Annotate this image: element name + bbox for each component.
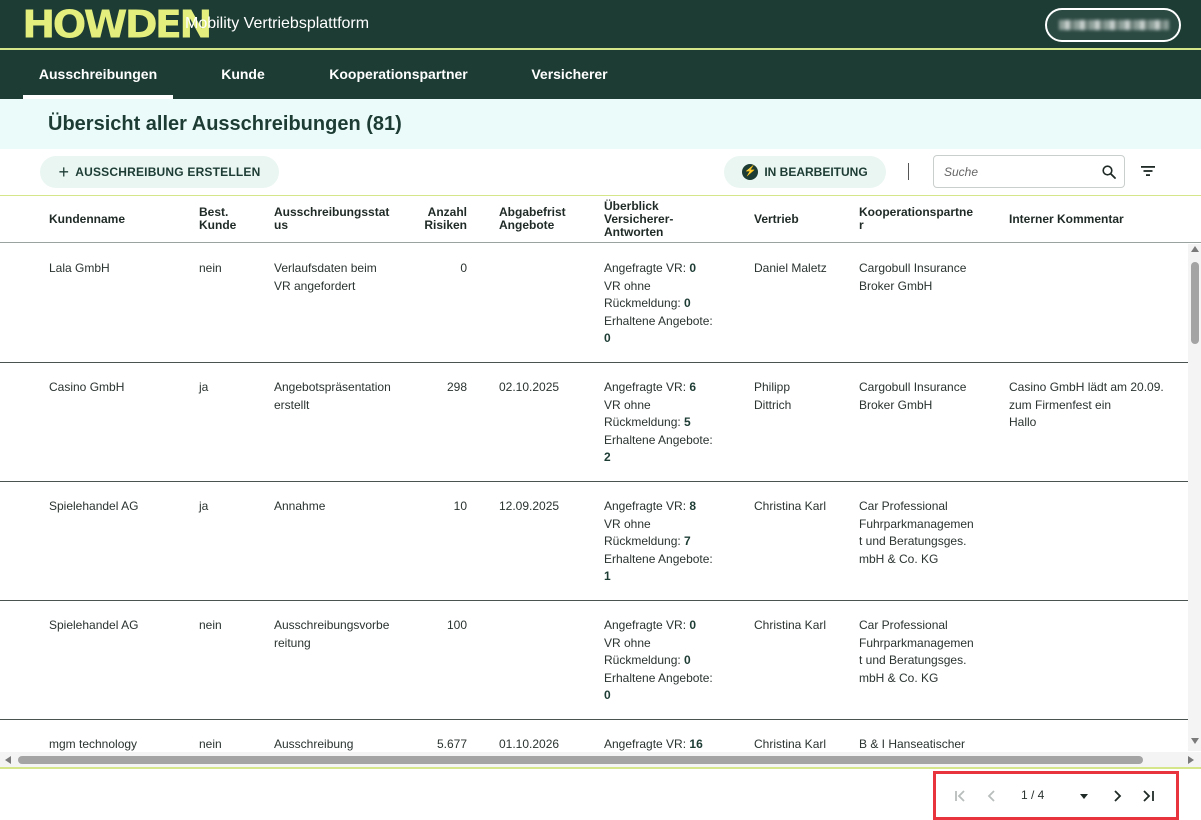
cell-anzahl-risiken: 10 (453, 499, 467, 513)
cell-vertrieb: Christina Karl (754, 618, 827, 632)
cell-best-kunde: nein (199, 618, 222, 632)
bolt-icon: ⚡ (742, 164, 759, 180)
cell-status: Verlaufsdaten beim VR angefordert (274, 261, 377, 293)
cell-versicherer-antworten: Angefragte VR: 0 VR ohne Rückmeldung: 0 Erh… (604, 261, 713, 345)
cell-kundenname: mgm technology (49, 737, 138, 751)
nav-tab-kunde[interactable]: Kunde (205, 50, 281, 99)
cell-versicherer-antworten: Angefragte VR: 8 VR ohne Rückmeldung: 7 Erh… (604, 499, 713, 583)
cell-best-kunde: nein (199, 261, 222, 275)
cell-anzahl-risiken: 0 (460, 261, 467, 275)
app-title: Mobility Vertriebsplattform (185, 15, 370, 32)
vertical-scroll-thumb[interactable] (1191, 262, 1199, 344)
cell-anzahl-risiken: 100 (446, 618, 467, 632)
cell-kooperationspartner: Cargobull Insurance Broker GmbH (859, 380, 967, 412)
table-header: Kundenname Best. Kunde Ausschreibungsstat… (0, 195, 1201, 243)
main-nav: Ausschreibungen Kunde Kooperationspartne… (0, 50, 1201, 99)
table-row[interactable]: Lala GmbH nein Verlaufsdaten beim VR angefo… (0, 244, 1188, 363)
pagination: 1 / 4 (933, 771, 1179, 820)
cell-vertrieb: Christina Karl (754, 737, 827, 751)
nav-tab-kooperationspartner[interactable]: Kooperationspartner (313, 50, 484, 99)
plus-icon: + (58, 162, 70, 182)
column-header-kundenname[interactable]: Kundenname (49, 196, 189, 242)
cell-status: Angebotspräsentation erstellt (274, 380, 391, 412)
table-row[interactable]: Spielehandel AG ja Annahme 10 12.09.2025 Chri… (0, 482, 1188, 601)
cell-kooperationspartner: Car Professional Fuhrparkmanagemen t und B… (859, 499, 974, 566)
cell-abgabefrist: 12.09.2025 (499, 499, 560, 513)
cell-abgabefrist: 02.10.2025 (499, 380, 560, 394)
column-header-anzahl-risiken[interactable]: Anzahl Risiken (410, 196, 467, 242)
cell-versicherer-antworten: Angefragte VR: 16VR ohneRückmeldung: Erh… (604, 737, 703, 751)
howden-logo[interactable]: HOWDEN (22, 6, 213, 44)
cell-abgabefrist: 01.10.2026 (499, 737, 560, 751)
filter-icon[interactable] (1140, 164, 1156, 178)
column-header-kooperationspartner[interactable]: Kooperationspartne r (859, 196, 999, 242)
horizontal-scroll-thumb[interactable] (18, 756, 1143, 764)
cell-kundenname: Lala GmbH (49, 261, 110, 275)
cell-kooperationspartner: Cargobull Insurance Broker GmbH (859, 261, 967, 293)
table-row[interactable]: Spielehandel AG nein Ausschreibungsvorbe re… (0, 601, 1188, 720)
previous-page-icon[interactable] (983, 787, 1001, 805)
column-header-status[interactable]: Ausschreibungsstat us (274, 196, 404, 242)
vertical-scrollbar[interactable] (1188, 244, 1201, 751)
cell-status: Annahme (274, 499, 326, 513)
table-body: Lala GmbH nein Verlaufsdaten beim VR angefo… (0, 244, 1188, 751)
cell-kundenname: Casino GmbH (49, 380, 125, 394)
column-header-kommentar[interactable]: Interner Kommentar (1009, 196, 1179, 242)
status-filter-label: IN BEARBEITUNG (764, 165, 868, 179)
scroll-left-arrow[interactable] (5, 756, 11, 764)
cell-best-kunde: ja (199, 380, 209, 394)
scroll-up-arrow[interactable] (1191, 246, 1199, 252)
nav-tab-ausschreibungen[interactable]: Ausschreibungen (23, 50, 173, 99)
toolbar-divider (908, 163, 909, 180)
page-title: Übersicht aller Ausschreibungen (81) (48, 113, 402, 135)
first-page-icon[interactable] (952, 787, 970, 805)
cell-kommentar: Casino GmbH lädt am 20.09. zum Firmenfest… (1009, 380, 1164, 429)
page-dropdown-icon[interactable] (1080, 794, 1088, 799)
user-name-redacted (1059, 20, 1169, 30)
title-band: Übersicht aller Ausschreibungen (81) (0, 99, 1201, 149)
cell-anzahl-risiken: 5.677 (436, 737, 467, 751)
status-filter-button[interactable]: ⚡ IN BEARBEITUNG (724, 156, 886, 188)
page-indicator: 1 / 4 (1021, 788, 1045, 802)
cell-kundenname: Spielehandel AG (49, 618, 139, 632)
cell-status: Ausschreibung (274, 737, 354, 751)
cell-kundenname: Spielehandel AG (49, 499, 139, 513)
nav-tab-versicherer[interactable]: Versicherer (516, 50, 623, 99)
top-bar: HOWDEN Mobility Vertriebsplattform (0, 0, 1201, 50)
cell-anzahl-risiken: 298 (446, 380, 467, 394)
cell-best-kunde: ja (199, 499, 209, 513)
last-page-icon[interactable] (1139, 787, 1157, 805)
cell-vertrieb: Philipp Dittrich (754, 380, 792, 412)
search-icon[interactable] (1102, 165, 1116, 179)
create-tender-label: AUSSCHREIBUNG ERSTELLEN (75, 165, 261, 179)
cell-best-kunde: nein (199, 737, 222, 751)
cell-kooperationspartner: Car Professional Fuhrparkmanagemen t und B… (859, 618, 974, 685)
table-row[interactable]: mgm technology nein Ausschreibung 5.677 01.1… (0, 720, 1188, 751)
search-input[interactable] (944, 162, 1094, 182)
column-header-best-kunde[interactable]: Best. Kunde (199, 196, 269, 242)
column-header-vertrieb[interactable]: Vertrieb (754, 196, 854, 242)
user-menu-button[interactable] (1045, 8, 1181, 42)
column-header-ueberblick[interactable]: Überblick Versicherer- Antworten (604, 196, 744, 242)
scroll-right-arrow[interactable] (1188, 756, 1194, 764)
cell-vertrieb: Christina Karl (754, 499, 827, 513)
cell-kooperationspartner: B & I Hanseatischer (859, 737, 966, 751)
table-row[interactable]: Casino GmbH ja Angebotspräsentation erstell… (0, 363, 1188, 482)
cell-versicherer-antworten: Angefragte VR: 0 VR ohne Rückmeldung: 0 Erh… (604, 618, 713, 702)
column-header-abgabefrist[interactable]: Abgabefrist Angebote (499, 196, 599, 242)
cell-versicherer-antworten: Angefragte VR: 6 VR ohne Rückmeldung: 5 Erh… (604, 380, 713, 464)
search-box (933, 155, 1125, 188)
cell-vertrieb: Daniel Maletz (754, 261, 827, 275)
next-page-icon[interactable] (1108, 787, 1126, 805)
create-tender-button[interactable]: + AUSSCHREIBUNG ERSTELLEN (40, 156, 279, 188)
scroll-down-arrow[interactable] (1191, 738, 1199, 744)
horizontal-scrollbar[interactable] (0, 752, 1201, 769)
cell-status: Ausschreibungsvorbe reitung (274, 618, 390, 650)
